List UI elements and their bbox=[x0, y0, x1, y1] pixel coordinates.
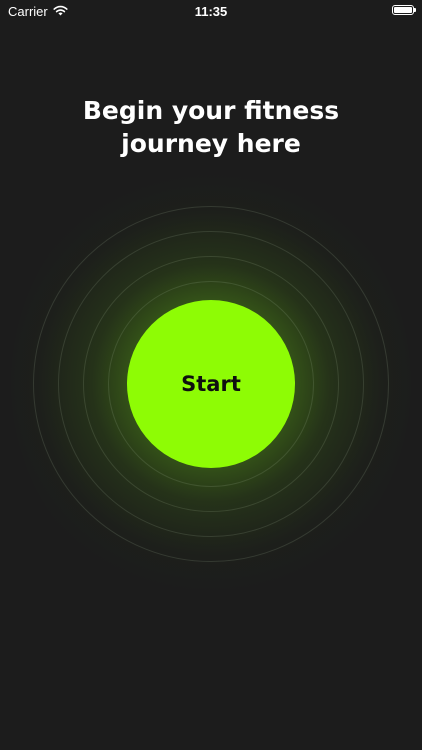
battery-icon bbox=[392, 5, 416, 15]
start-button-label: Start bbox=[181, 372, 241, 396]
battery-level bbox=[394, 7, 412, 13]
headline-line-2: journey here bbox=[121, 129, 301, 158]
headline-line-1: Begin your fitness bbox=[82, 96, 340, 125]
start-button[interactable]: Start bbox=[127, 300, 295, 468]
page-title: Begin your fitness journey here bbox=[40, 94, 382, 160]
app-screen: Carrier 11:35 Begin your fitness journey… bbox=[0, 0, 422, 750]
battery-cap bbox=[414, 8, 416, 12]
status-time: 11:35 bbox=[194, 4, 228, 19]
status-bar: Carrier 11:35 bbox=[0, 0, 422, 22]
